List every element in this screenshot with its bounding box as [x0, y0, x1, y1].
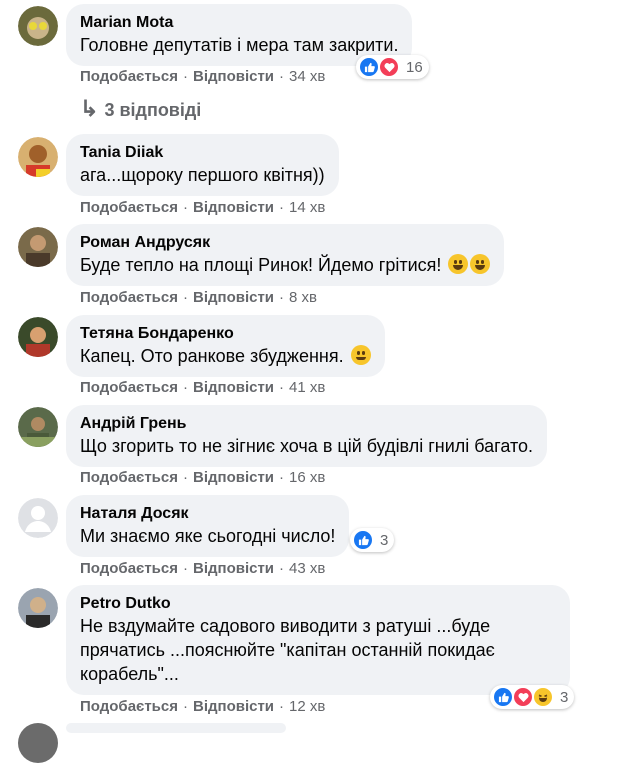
timestamp[interactable]: 43 хв	[289, 560, 325, 577]
comment-text-content: Капец. Ото ранкове збудження.	[80, 346, 344, 366]
separator: ·	[279, 379, 285, 396]
avatar[interactable]	[18, 498, 58, 538]
timestamp[interactable]: 8 хв	[289, 289, 317, 306]
grinning-emoji	[448, 254, 469, 274]
like-icon	[358, 56, 380, 78]
separator: ·	[182, 698, 188, 715]
reaction-summary[interactable]: 16	[356, 55, 429, 79]
comment-actions: Подобається · Відповісти · 8 хв	[80, 288, 317, 308]
separator: ·	[182, 379, 188, 396]
separator: ·	[182, 68, 188, 85]
comment-bubble: Андрій Грень Що згорить то не зігниє хоч…	[66, 405, 548, 467]
love-icon	[512, 686, 534, 708]
grinning-emoji	[470, 254, 491, 274]
separator: ·	[279, 199, 285, 216]
comment-actions: Подобається · Відповісти · 12 хв	[80, 697, 325, 717]
like-link[interactable]: Подобається	[80, 469, 178, 486]
timestamp[interactable]: 12 хв	[289, 698, 325, 715]
separator: ·	[279, 289, 285, 306]
comment-actions: Подобається · Відповісти · 41 хв	[80, 378, 325, 398]
separator: ·	[182, 289, 188, 306]
author-name[interactable]: Тетяна Бондаренко	[80, 324, 371, 344]
next-comment-edge	[66, 723, 286, 733]
separator: ·	[279, 68, 285, 85]
author-name[interactable]: Роман Андрусяк	[80, 233, 490, 253]
separator: ·	[279, 469, 285, 486]
separator: ·	[182, 199, 188, 216]
reply-link[interactable]: Відповісти	[193, 698, 274, 715]
reaction-count: 3	[560, 688, 569, 706]
love-icon	[378, 56, 400, 78]
comment-actions: Подобається · Відповісти · 43 хв	[80, 559, 325, 579]
author-name[interactable]: Tania Diiak	[80, 143, 325, 163]
comment-text: Не вздумайте садового виводити з ратуші …	[80, 616, 495, 684]
avatar[interactable]	[18, 137, 58, 177]
separator: ·	[182, 560, 188, 577]
like-link[interactable]: Подобається	[80, 560, 178, 577]
author-name[interactable]: Андрій Грень	[80, 414, 533, 434]
separator: ·	[279, 698, 285, 715]
comment-text: Головне депутатів і мера там закрити.	[80, 35, 399, 55]
comment-text: Ми знаємо яке сьогодні число!	[80, 526, 336, 546]
slight-smile-emoji	[350, 345, 371, 365]
reply-link[interactable]: Відповісти	[193, 469, 274, 486]
next-avatar-edge	[18, 723, 58, 763]
reaction-count: 3	[380, 531, 389, 549]
like-link[interactable]: Подобається	[80, 289, 178, 306]
author-name[interactable]: Наталя Досяк	[80, 504, 335, 524]
timestamp[interactable]: 34 хв	[289, 68, 325, 85]
reaction-count: 16	[406, 58, 423, 76]
reaction-summary[interactable]: 3	[350, 528, 395, 552]
view-replies-link[interactable]: ↳ 3 відповіді	[80, 97, 201, 122]
author-name[interactable]: Marian Mota	[80, 13, 398, 33]
comment-actions: Подобається · Відповісти · 34 хв	[80, 67, 325, 87]
comment-bubble: Роман Андрусяк Буде тепло на площі Ринок…	[66, 224, 505, 286]
comment-bubble: Petro Dutko Не вздумайте садового виводи…	[66, 585, 570, 695]
reply-link[interactable]: Відповісти	[193, 560, 274, 577]
reaction-summary[interactable]: 3	[490, 685, 575, 709]
like-link[interactable]: Подобається	[80, 199, 178, 216]
comment-actions: Подобається · Відповісти · 14 хв	[80, 198, 325, 218]
comment-bubble: Tania Diiak ага...щороку першого квітня)…	[66, 134, 339, 196]
comment-text: ага...щороку першого квітня))	[80, 165, 325, 185]
view-replies-label: 3 відповіді	[104, 100, 202, 120]
timestamp[interactable]: 16 хв	[289, 469, 325, 486]
reply-link[interactable]: Відповісти	[193, 68, 274, 85]
author-name[interactable]: Petro Dutko	[80, 594, 556, 614]
comment-text: Буде тепло на площі Ринок! Йдемо грітися…	[80, 253, 491, 277]
comment-bubble: Тетяна Бондаренко Капец. Ото ранкове збу…	[66, 315, 385, 377]
reply-link[interactable]: Відповісти	[193, 379, 274, 396]
avatar[interactable]	[18, 227, 58, 267]
separator: ·	[182, 469, 188, 486]
comment-text-content: Буде тепло на площі Ринок! Йдемо грітися…	[80, 255, 442, 275]
comment-actions: Подобається · Відповісти · 16 хв	[80, 468, 325, 488]
timestamp[interactable]: 41 хв	[289, 379, 325, 396]
timestamp[interactable]: 14 хв	[289, 199, 325, 216]
avatar[interactable]	[18, 6, 58, 46]
comment-text: Капец. Ото ранкове збудження.	[80, 344, 371, 368]
like-icon	[492, 686, 514, 708]
avatar[interactable]	[18, 317, 58, 357]
comment-bubble: Наталя Досяк Ми знаємо яке сьогодні числ…	[66, 495, 350, 557]
reply-arrow-icon: ↳	[80, 96, 99, 121]
avatar[interactable]	[18, 407, 58, 447]
like-link[interactable]: Подобається	[80, 379, 178, 396]
reply-link[interactable]: Відповісти	[193, 199, 274, 216]
avatar[interactable]	[18, 588, 58, 628]
like-link[interactable]: Подобається	[80, 68, 178, 85]
like-icon	[352, 529, 374, 551]
haha-icon	[532, 686, 554, 708]
separator: ·	[279, 560, 285, 577]
reply-link[interactable]: Відповісти	[193, 289, 274, 306]
comment-text: Що згорить то не зігниє хоча в цій будів…	[80, 436, 534, 456]
like-link[interactable]: Подобається	[80, 698, 178, 715]
